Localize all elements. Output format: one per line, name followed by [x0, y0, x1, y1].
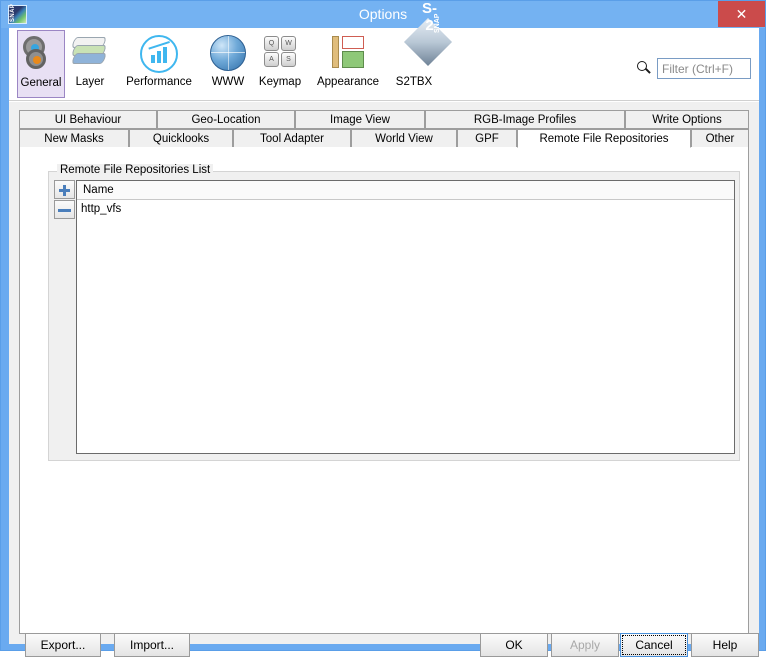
category-appearance[interactable]: Appearance	[308, 30, 388, 98]
ok-button-label: OK	[505, 638, 523, 652]
category-appearance-label: Appearance	[316, 76, 380, 88]
apply-button: Apply	[551, 633, 619, 657]
tab-rgb-image-profiles[interactable]: RGB-Image Profiles	[425, 110, 625, 129]
tab-row-1: UI Behaviour Geo-Location Image View RGB…	[19, 110, 749, 129]
category-general-label: General	[20, 77, 62, 89]
dialog-content: General Layer Performance WWW Q W A S Ke…	[9, 0, 759, 657]
title-bar: SNAP Options ✕	[1, 1, 765, 28]
category-s2tbx[interactable]: SNAP S-2 S2TBX	[389, 0, 453, 98]
gears-icon	[18, 34, 64, 76]
keyboard-icon: QWAS	[253, 33, 307, 75]
category-keymap-label: Keymap	[258, 76, 302, 88]
tab-world-view[interactable]: World View	[351, 129, 457, 148]
export-button-label: Export...	[40, 638, 86, 652]
tab-write-options[interactable]: Write Options	[625, 110, 749, 129]
options-dialog-window: SNAP Options ✕ General Layer Performance…	[0, 0, 766, 657]
category-toolbar: General Layer Performance WWW Q W A S Ke…	[9, 0, 759, 101]
export-button[interactable]: Export...	[25, 633, 101, 657]
category-keymap[interactable]: QWAS Keymap	[253, 30, 307, 98]
help-button[interactable]: Help	[691, 633, 759, 657]
window-title: Options	[358, 6, 408, 22]
category-layer[interactable]: Layer	[66, 30, 114, 98]
tab-quicklooks[interactable]: Quicklooks	[129, 129, 233, 148]
s2tbx-icon: SNAP S-2	[389, 0, 453, 75]
category-general[interactable]: General	[17, 30, 65, 98]
help-button-label: Help	[712, 638, 738, 652]
tab-remote-file-repositories[interactable]: Remote File Repositories	[517, 129, 691, 148]
magnifier-icon	[637, 61, 651, 75]
remove-repository-button[interactable]	[54, 200, 75, 219]
ok-button[interactable]: OK	[480, 633, 548, 657]
add-repository-button[interactable]	[54, 180, 75, 199]
tab-image-view[interactable]: Image View	[295, 110, 425, 129]
category-www-label: WWW	[211, 76, 245, 88]
table-column-header-name[interactable]: Name	[77, 181, 734, 200]
import-button-label: Import...	[129, 638, 174, 652]
repositories-table[interactable]: Name http_vfs	[76, 180, 735, 454]
close-button[interactable]: ✕	[718, 1, 765, 27]
tab-row-2: New Masks Quicklooks Tool Adapter World …	[19, 129, 749, 148]
group-title: Remote File Repositories List	[57, 164, 214, 176]
category-performance[interactable]: Performance	[115, 30, 203, 98]
remote-file-repositories-group: Remote File Repositories List Name http_…	[48, 164, 740, 461]
globe-icon	[204, 33, 252, 75]
tab-tool-adapter[interactable]: Tool Adapter	[233, 129, 351, 148]
cancel-button[interactable]: Cancel	[620, 633, 688, 657]
tab-ui-behaviour[interactable]: UI Behaviour	[19, 110, 157, 129]
category-www[interactable]: WWW	[204, 30, 252, 98]
tab-geo-location[interactable]: Geo-Location	[157, 110, 295, 129]
focus-ring	[622, 635, 686, 655]
remote-file-repositories-panel: Remote File Repositories List Name http_…	[19, 147, 749, 634]
category-layer-label: Layer	[75, 76, 105, 88]
search-input[interactable]	[657, 58, 751, 79]
import-button[interactable]: Import...	[114, 633, 190, 657]
apply-button-label: Apply	[569, 638, 601, 652]
tab-other[interactable]: Other	[691, 129, 749, 148]
appearance-icon	[308, 33, 388, 75]
tab-gpf[interactable]: GPF	[457, 129, 517, 148]
layers-icon	[66, 33, 114, 75]
tab-new-masks[interactable]: New Masks	[19, 129, 129, 148]
settings-tabs-area: UI Behaviour Geo-Location Image View RGB…	[9, 102, 759, 644]
table-row[interactable]: http_vfs	[77, 200, 734, 218]
category-s2tbx-label: S2TBX	[395, 76, 433, 88]
category-performance-label: Performance	[126, 76, 192, 88]
performance-icon	[115, 33, 203, 75]
